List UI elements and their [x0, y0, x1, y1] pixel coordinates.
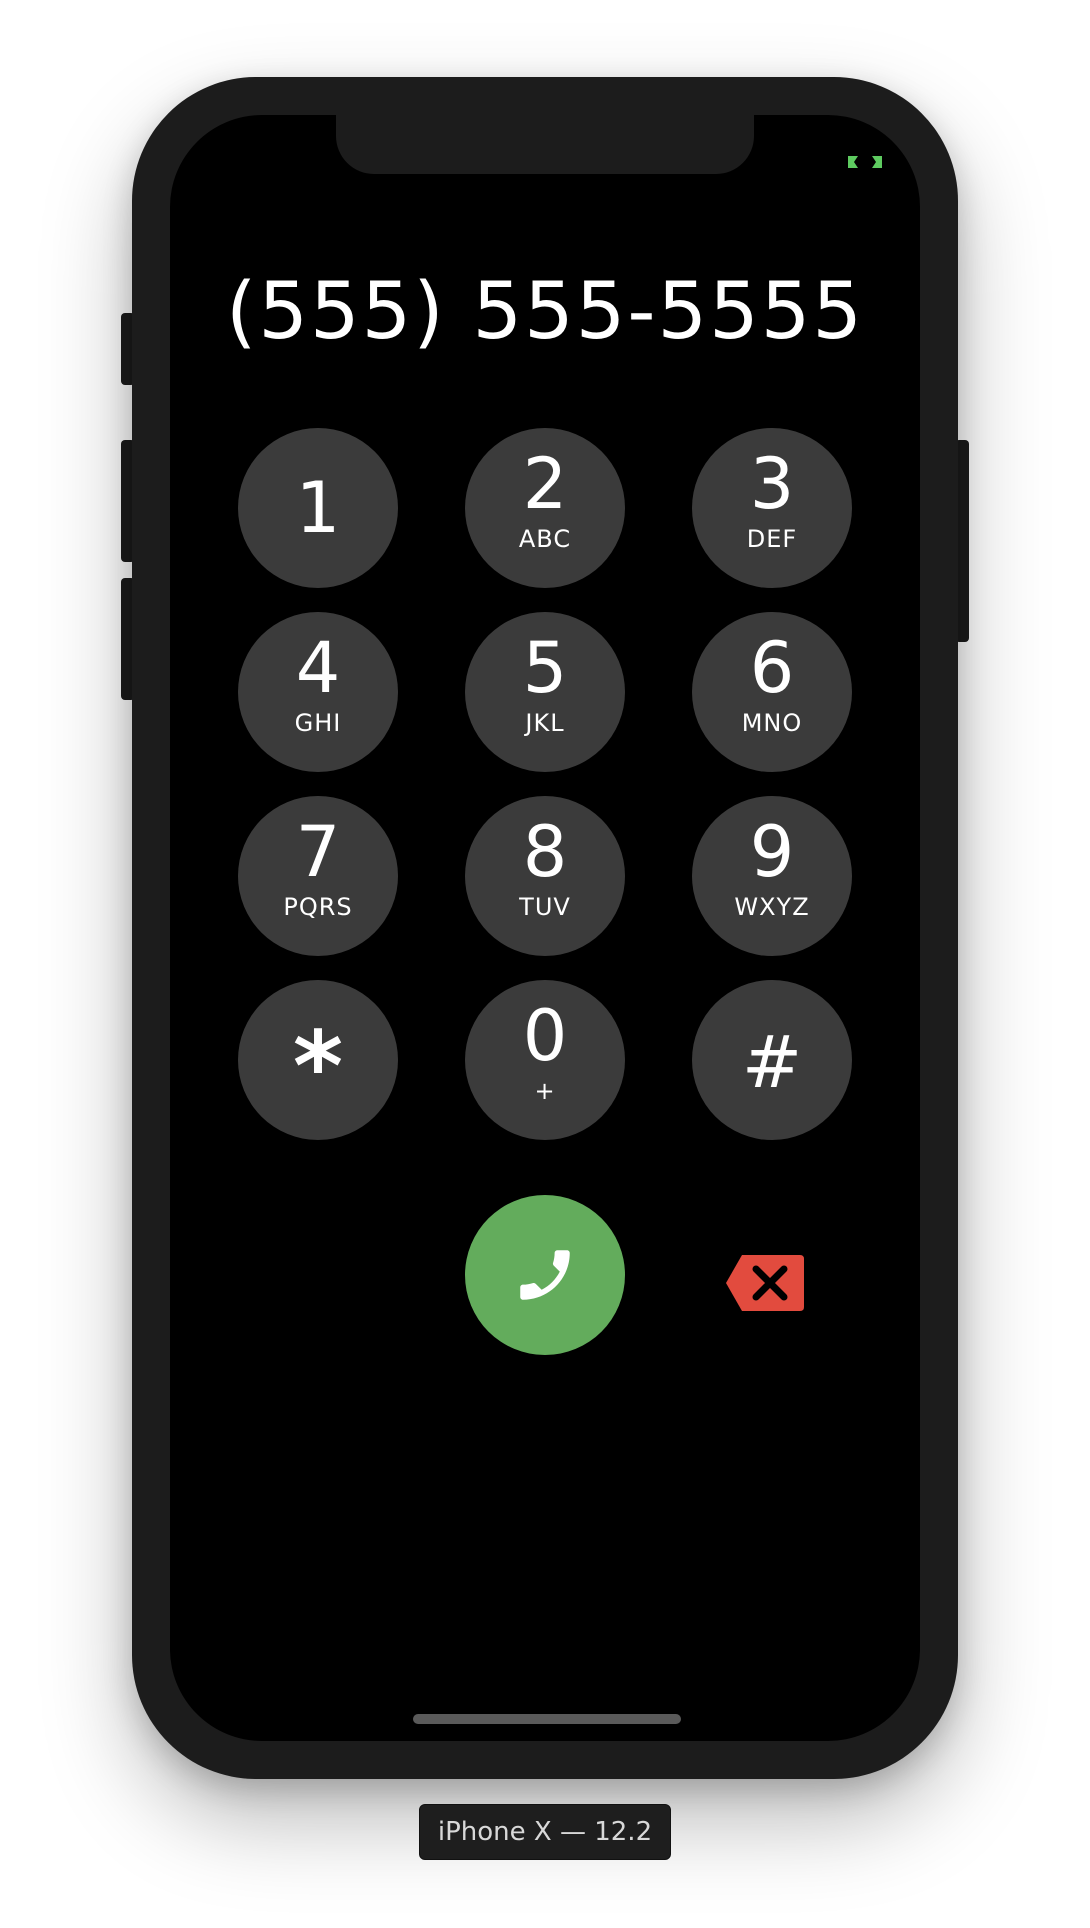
- key-3[interactable]: 3 DEF: [692, 428, 852, 588]
- home-indicator[interactable]: [413, 1714, 681, 1724]
- status-indicator-icon: [848, 156, 882, 168]
- key-2[interactable]: 2 ABC: [465, 428, 625, 588]
- key-letters: WXYZ: [734, 893, 810, 921]
- key-letters: JKL: [525, 709, 565, 737]
- key-letters: +: [534, 1077, 556, 1105]
- phone-icon: [520, 1250, 570, 1300]
- key-9[interactable]: 9 WXYZ: [692, 796, 852, 956]
- key-digit: 3: [749, 443, 795, 525]
- call-row: [238, 1195, 852, 1355]
- key-5[interactable]: 5 JKL: [465, 612, 625, 772]
- key-star[interactable]: *: [238, 980, 398, 1140]
- key-digit: 7: [295, 811, 341, 893]
- delete-button[interactable]: [724, 1253, 806, 1313]
- dialed-number: (555) 555-5555: [225, 267, 865, 357]
- key-digit: 8: [522, 811, 568, 893]
- key-digit: 4: [295, 627, 341, 709]
- keypad: 1 2 ABC 3 DEF 4 GHI 5 JKL 6 MNO 7 PQRS 8…: [238, 428, 852, 1140]
- device-screen: (555) 555-5555 1 2 ABC 3 DEF 4 GHI 5 JKL…: [170, 115, 920, 1741]
- key-digit: *: [292, 1011, 344, 1123]
- key-letters: GHI: [294, 709, 342, 737]
- key-8[interactable]: 8 TUV: [465, 796, 625, 956]
- key-digit: 1: [295, 467, 341, 549]
- key-digit: 6: [749, 627, 795, 709]
- key-hash[interactable]: #: [692, 980, 852, 1140]
- call-button[interactable]: [465, 1195, 625, 1355]
- key-1[interactable]: 1: [238, 428, 398, 588]
- device-label: iPhone X — 12.2: [419, 1804, 671, 1860]
- key-0[interactable]: 0 +: [465, 980, 625, 1140]
- notch: [336, 115, 754, 174]
- key-7[interactable]: 7 PQRS: [238, 796, 398, 956]
- backspace-icon: [726, 1255, 804, 1311]
- key-letters: MNO: [741, 709, 803, 737]
- key-digit: 5: [522, 627, 568, 709]
- key-letters: DEF: [746, 525, 798, 553]
- key-6[interactable]: 6 MNO: [692, 612, 852, 772]
- key-digit: 0: [522, 995, 568, 1077]
- key-digit: #: [741, 1020, 803, 1104]
- key-digit: 2: [522, 443, 568, 525]
- key-digit: 9: [749, 811, 795, 893]
- key-letters: ABC: [518, 525, 572, 553]
- key-letters: PQRS: [283, 893, 353, 921]
- key-4[interactable]: 4 GHI: [238, 612, 398, 772]
- key-letters: TUV: [519, 893, 571, 921]
